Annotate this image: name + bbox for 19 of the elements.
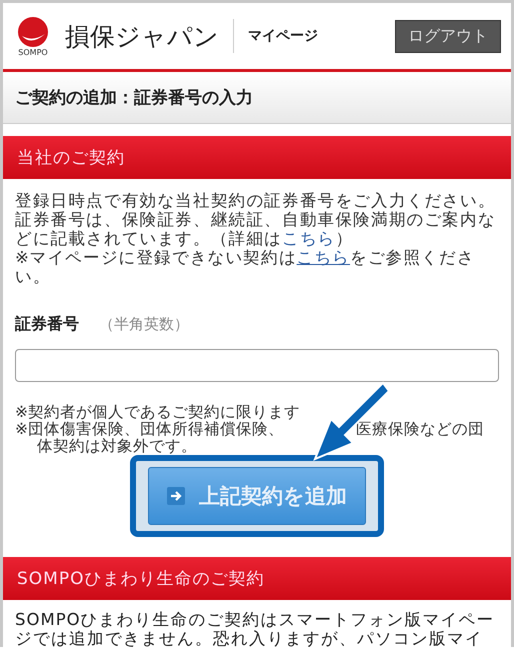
intro-text: 登録日時点で有効な当社契約の証券番号をご入力ください。証券番号は、保険証券、継続証、自動車保険満期のご案内などに記載されています。（詳細は こちら） ※マイページに登録できない契約は こちら をご参照ください。	[15, 191, 497, 286]
policy-number-field[interactable]	[15, 349, 499, 382]
section-heading: SOMPOひまわり生命のご契約	[3, 557, 511, 600]
logo-caption: SOMPO	[18, 48, 48, 56]
note-text: 体契約は対象外です。	[36, 438, 198, 455]
note-text: 医療保険などの団	[356, 421, 484, 438]
note-text: ※契約者が個人であるご契約に限ります	[15, 404, 301, 421]
section-heading: 当社のご契約	[3, 136, 511, 179]
logo-icon	[17, 16, 49, 48]
arrow-right-icon	[167, 487, 185, 505]
section-name: マイページ	[248, 27, 318, 45]
field-label: 証券番号	[15, 314, 79, 335]
details-link[interactable]: こちら	[282, 229, 336, 248]
logout-button[interactable]: ログアウト	[395, 20, 501, 52]
brand-name: 損保ジャパン	[65, 20, 219, 52]
field-hint: （半角英数）	[99, 315, 189, 334]
reference-link[interactable]: こちら	[296, 248, 350, 267]
note-text: ※団体傷害保険、団体所得補償保険、	[15, 421, 284, 438]
body-text: SOMPOひまわり生命のご契約はスマートフォン版マイページでは追加できません。恐れ入りますが、パソコン版マイ	[15, 610, 496, 647]
